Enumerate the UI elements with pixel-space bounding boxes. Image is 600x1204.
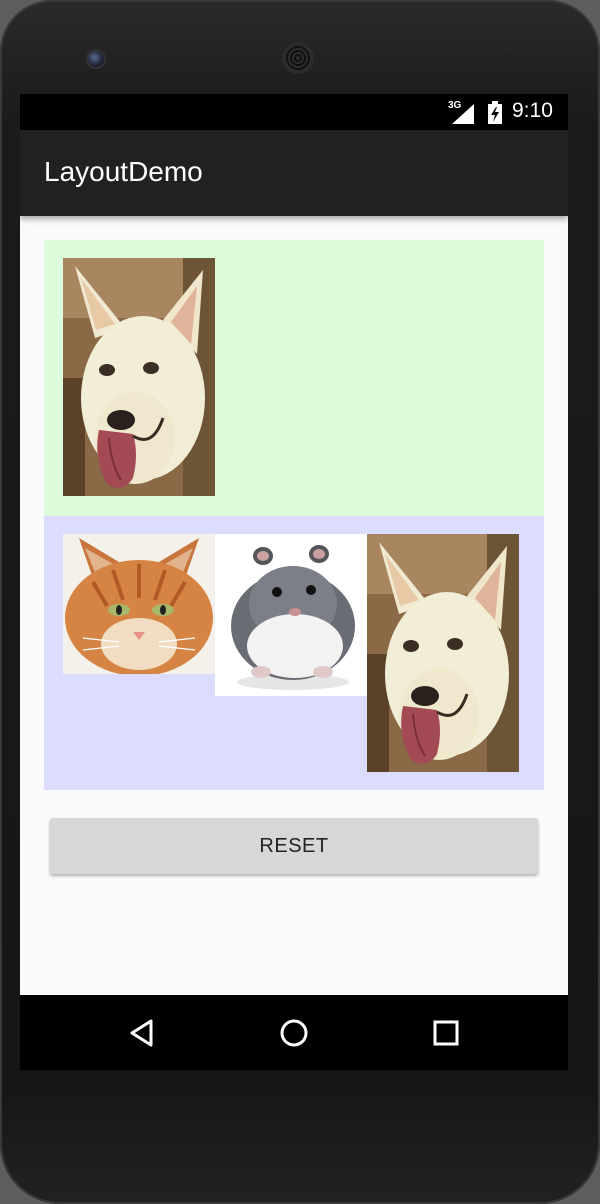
light-sensor <box>502 52 512 62</box>
dog-image[interactable] <box>63 258 215 496</box>
top-layout-panel <box>44 240 544 516</box>
hamster-image[interactable] <box>215 534 367 696</box>
signal-icon <box>452 104 474 124</box>
screen: 3G 9:10 LayoutDemo RESET <box>20 94 568 1070</box>
dog-image[interactable] <box>367 534 519 772</box>
app-bar: LayoutDemo <box>20 130 568 216</box>
proximity-sensor <box>482 52 492 62</box>
cat-image[interactable] <box>63 534 215 674</box>
status-clock: 9:10 <box>512 99 553 122</box>
status-bar: 3G 9:10 <box>20 94 568 130</box>
home-icon[interactable] <box>274 1013 314 1053</box>
front-camera <box>86 49 106 69</box>
main-content: RESET <box>20 216 568 995</box>
navigation-bar <box>20 995 568 1070</box>
recents-icon[interactable] <box>426 1013 466 1053</box>
back-icon[interactable] <box>122 1013 162 1053</box>
app-title: LayoutDemo <box>44 156 203 187</box>
bottom-layout-panel <box>44 516 544 790</box>
reset-button[interactable]: RESET <box>50 818 538 874</box>
device-frame: 3G 9:10 LayoutDemo RESET <box>0 0 600 1204</box>
battery-icon <box>488 101 502 124</box>
earpiece-speaker <box>282 42 314 74</box>
